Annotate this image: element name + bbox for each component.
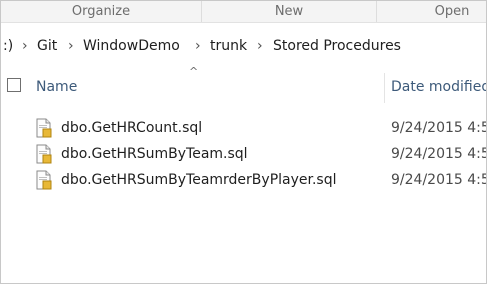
ribbon: Organize New Open [1, 1, 486, 23]
file-name[interactable]: dbo.GetHRCount.sql [61, 120, 202, 136]
file-row[interactable]: dbo.GetHRCount.sql 9/24/2015 4:5 [1, 116, 486, 142]
breadcrumb-item-stored-procedures[interactable]: Stored Procedures [273, 31, 401, 61]
file-date-modified: 9/24/2015 4:5 [391, 120, 487, 136]
breadcrumb-item-trunk[interactable]: trunk [210, 31, 247, 61]
file-name[interactable]: dbo.GetHRSumByTeamrderByPlayer.sql [61, 172, 337, 188]
breadcrumb-chevron-icon[interactable]: › [22, 31, 28, 61]
column-header-name[interactable]: Name [36, 79, 77, 95]
breadcrumb-chevron-icon[interactable]: › [195, 31, 201, 61]
sql-file-icon [35, 144, 53, 164]
breadcrumb-drive[interactable]: :) [3, 31, 13, 61]
select-all-checkbox[interactable] [7, 78, 21, 92]
file-date-modified: 9/24/2015 4:5 [391, 146, 487, 162]
ribbon-group-new[interactable]: New [202, 1, 376, 22]
breadcrumb-item-windowdemo[interactable]: WindowDemo [83, 31, 180, 61]
sql-file-icon [35, 118, 53, 138]
breadcrumb-chevron-icon[interactable]: › [68, 31, 74, 61]
sort-ascending-icon: ^ [189, 65, 199, 78]
column-divider[interactable] [384, 73, 385, 103]
file-row[interactable]: dbo.GetHRSumByTeamrderByPlayer.sql 9/24/… [1, 168, 486, 194]
file-name[interactable]: dbo.GetHRSumByTeam.sql [61, 146, 248, 162]
ribbon-group-open[interactable]: Open [377, 1, 486, 22]
column-header-date-modified[interactable]: Date modified [391, 79, 486, 95]
breadcrumb-chevron-icon[interactable]: › [257, 31, 263, 61]
breadcrumb-item-git[interactable]: Git [37, 31, 57, 61]
explorer-window: Organize New Open :) › Git › WindowDemo … [0, 0, 487, 284]
file-row[interactable]: dbo.GetHRSumByTeam.sql 9/24/2015 4:5 [1, 142, 486, 168]
file-date-modified: 9/24/2015 4:5 [391, 172, 487, 188]
breadcrumb[interactable]: :) › Git › WindowDemo › trunk › Stored P… [1, 31, 486, 61]
ribbon-group-organize[interactable]: Organize [1, 1, 201, 22]
sql-file-icon [35, 170, 53, 190]
